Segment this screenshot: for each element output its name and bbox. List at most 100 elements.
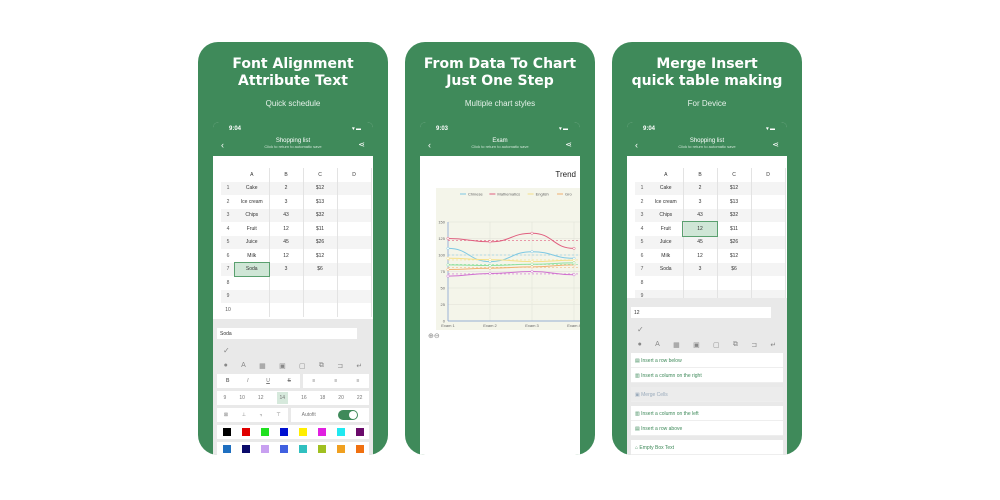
cell[interactable]: 12 (269, 222, 304, 236)
cell[interactable]: $12 (303, 181, 338, 195)
bold-button[interactable]: B (226, 378, 230, 384)
cell[interactable] (751, 222, 786, 236)
row-number[interactable]: 3 (635, 208, 649, 222)
column-header[interactable]: C (303, 168, 338, 182)
undo-icon[interactable]: ⊐ (751, 341, 757, 349)
cell[interactable] (751, 249, 786, 263)
cell[interactable] (337, 195, 372, 209)
row-number[interactable]: 6 (635, 249, 649, 263)
cell[interactable]: Fruit (235, 222, 270, 236)
column-header[interactable]: A (649, 168, 684, 182)
cell[interactable]: Chips (649, 208, 684, 222)
cell[interactable]: 43 (269, 208, 304, 222)
color-swatch[interactable] (298, 428, 307, 436)
font-color-icon[interactable]: A (241, 362, 246, 370)
menu-merge-cells[interactable]: ▣ Merge Cells (631, 387, 783, 402)
zoom-out-icon[interactable]: ⊖ (434, 333, 440, 340)
wrap-icon[interactable]: ⊠ (224, 412, 228, 418)
color-swatch[interactable] (317, 445, 326, 453)
color-swatch[interactable] (260, 445, 269, 453)
italic-button[interactable]: I (247, 378, 248, 384)
font-color-icon[interactable]: A (655, 341, 660, 349)
cell[interactable]: Juice (235, 235, 270, 249)
font-size-option[interactable]: 10 (239, 395, 245, 401)
color-swatch[interactable] (336, 428, 345, 436)
cell[interactable]: $26 (303, 235, 338, 249)
confirm-icon[interactable]: ✓ (637, 325, 644, 334)
menu-insert-column-left[interactable]: ▥ Insert a column on the left (631, 406, 783, 421)
cell[interactable] (337, 249, 372, 263)
row-number[interactable]: 6 (221, 249, 235, 263)
align-left-button[interactable]: ≡ (312, 378, 315, 384)
copy-icon[interactable]: ⧉ (733, 341, 738, 349)
grid-icon[interactable]: ▦ (259, 362, 266, 370)
cell[interactable] (337, 289, 372, 303)
back-icon[interactable]: ‹ (221, 140, 224, 150)
column-header[interactable]: D (751, 168, 786, 182)
row-number[interactable]: 8 (221, 276, 235, 290)
column-header[interactable]: B (269, 168, 304, 182)
cell[interactable]: $12 (717, 181, 752, 195)
cell[interactable] (683, 276, 718, 290)
align-center-button[interactable]: ≡ (334, 378, 337, 384)
cell[interactable]: 45 (683, 235, 718, 249)
color-swatch[interactable] (298, 445, 307, 453)
cell[interactable]: 2 (683, 181, 718, 195)
cell[interactable]: $32 (303, 208, 338, 222)
return-icon[interactable]: ↵ (770, 341, 776, 349)
cell[interactable] (303, 303, 338, 317)
cell[interactable] (235, 303, 270, 317)
cell[interactable]: 3 (269, 262, 304, 276)
cell[interactable]: $11 (717, 222, 752, 236)
cell[interactable]: Soda (234, 261, 270, 277)
cell[interactable] (751, 235, 786, 249)
color-swatch[interactable] (279, 428, 288, 436)
cell[interactable]: Ice cream (235, 195, 270, 209)
cell[interactable] (337, 262, 372, 276)
row-number[interactable]: 1 (635, 181, 649, 195)
menu-insert-row-below[interactable]: ▤ Insert a row below (631, 353, 783, 368)
spreadsheet[interactable]: A B C D 1 Cake 2 $12 2 Ice cream 3 $13 3 Chips 43 $32 4 F… (635, 168, 786, 317)
cell[interactable]: 43 (683, 208, 718, 222)
cell[interactable] (751, 276, 786, 290)
cell[interactable] (337, 303, 372, 317)
color-swatch[interactable] (279, 445, 288, 453)
underline-button[interactable]: U (266, 378, 270, 384)
cell[interactable] (337, 181, 372, 195)
confirm-icon[interactable]: ✓ (223, 346, 230, 355)
row-number[interactable]: 2 (635, 195, 649, 209)
column-header[interactable]: B (683, 168, 718, 182)
cell[interactable]: 12 (269, 249, 304, 263)
cell[interactable] (269, 276, 304, 290)
cell[interactable]: 3 (683, 262, 718, 276)
cell[interactable]: 3 (269, 195, 304, 209)
row-number[interactable]: 10 (221, 303, 235, 317)
cell[interactable]: Soda (649, 262, 684, 276)
cell-input[interactable]: 12 (631, 307, 771, 318)
column-header[interactable]: A (235, 168, 270, 182)
valign-mid-icon[interactable]: ⫟ (260, 412, 263, 418)
cell[interactable] (751, 195, 786, 209)
font-size-option[interactable]: 14 (276, 392, 289, 404)
row-number[interactable]: 1 (221, 181, 235, 195)
row-number[interactable]: 5 (635, 235, 649, 249)
color-swatch[interactable] (241, 428, 250, 436)
align-right-button[interactable]: ≡ (356, 378, 359, 384)
strike-button[interactable]: S (288, 378, 291, 384)
cell[interactable] (337, 235, 372, 249)
color-swatch[interactable] (336, 445, 345, 453)
border-icon[interactable]: ▣ (693, 341, 700, 349)
row-number[interactable]: 8 (635, 276, 649, 290)
nav-subtitle[interactable]: Click to return to automatic save (213, 144, 373, 149)
cell[interactable] (751, 262, 786, 276)
cell[interactable]: Ice cream (649, 195, 684, 209)
color-swatch[interactable] (222, 445, 231, 453)
cell[interactable]: Juice (649, 235, 684, 249)
copy-icon[interactable]: ⧉ (319, 362, 324, 370)
row-number[interactable]: 4 (635, 222, 649, 236)
column-header[interactable]: D (337, 168, 372, 182)
font-size-option[interactable]: 20 (338, 395, 344, 401)
valign-bottom-icon[interactable]: ⊤ (276, 412, 280, 418)
undo-icon[interactable]: ⊐ (337, 362, 343, 370)
cell[interactable]: $6 (303, 262, 338, 276)
